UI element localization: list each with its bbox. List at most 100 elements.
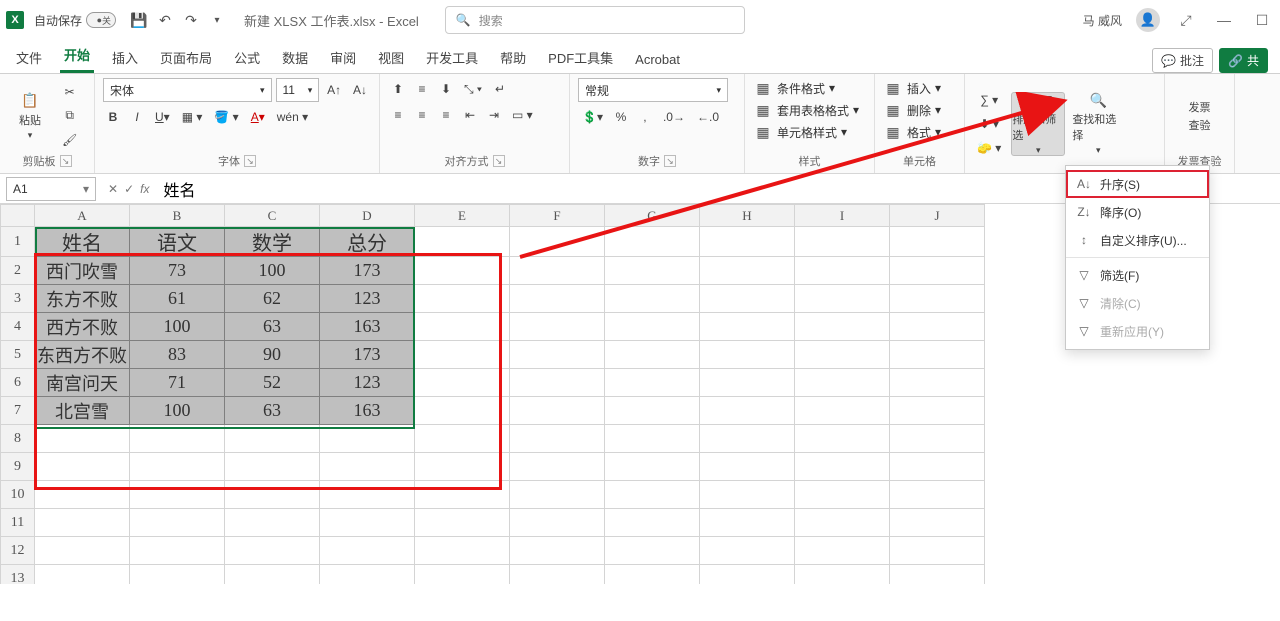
col-header-D[interactable]: D [320, 205, 415, 227]
delete-cells-button[interactable]: ▦删除 ▾ [883, 100, 941, 120]
format-painter-icon[interactable]: 🖌 [58, 129, 81, 151]
tab-home[interactable]: 开始 [60, 39, 94, 73]
undo-icon[interactable]: ↶ [156, 11, 174, 29]
underline-button[interactable]: U ▾ [151, 106, 174, 128]
phonetic-button[interactable]: wén ▾ [273, 106, 312, 128]
italic-button[interactable]: I [127, 106, 147, 128]
col-header-A[interactable]: A [35, 205, 130, 227]
user-avatar-icon[interactable]: 👤 [1136, 8, 1160, 32]
col-header-I[interactable]: I [795, 205, 890, 227]
cell-B6[interactable]: 71 [130, 369, 225, 397]
fill-icon[interactable]: ⬇ ▾ [973, 113, 1005, 135]
cell-C1[interactable]: 数学 [225, 227, 320, 257]
tab-data[interactable]: 数据 [278, 42, 312, 73]
row-header-13[interactable]: 13 [1, 565, 35, 585]
cell-D5[interactable]: 173 [320, 341, 415, 369]
row-header-9[interactable]: 9 [1, 453, 35, 481]
cell-B4[interactable]: 100 [130, 313, 225, 341]
row-header-4[interactable]: 4 [1, 313, 35, 341]
decrease-font-icon[interactable]: A↓ [349, 79, 371, 101]
tab-devtools[interactable]: 开发工具 [422, 42, 482, 73]
tab-insert[interactable]: 插入 [108, 42, 142, 73]
cell-C4[interactable]: 63 [225, 313, 320, 341]
cell-B7[interactable]: 100 [130, 397, 225, 425]
font-color-button[interactable]: A ▾ [247, 106, 269, 128]
cell-C6[interactable]: 52 [225, 369, 320, 397]
share-button[interactable]: 🔗 共 [1219, 48, 1268, 73]
cell-B1[interactable]: 语文 [130, 227, 225, 257]
cancel-formula-icon[interactable]: ✕ [108, 182, 118, 196]
find-select-button[interactable]: 🔍 查找和选择 ▾ [1071, 92, 1125, 156]
number-format-combo[interactable]: 常规▾ [578, 78, 728, 102]
tab-help[interactable]: 帮助 [496, 42, 530, 73]
cell-B5[interactable]: 83 [130, 341, 225, 369]
autosave-toggle[interactable]: 自动保存 ● 关 [34, 12, 116, 29]
increase-decimal-icon[interactable]: .0→ [659, 106, 689, 128]
tab-acrobat[interactable]: Acrobat [631, 46, 684, 73]
row-header-3[interactable]: 3 [1, 285, 35, 313]
align-center-icon[interactable]: ≡ [412, 104, 432, 126]
cell-A2[interactable]: 西门吹雪 [35, 257, 130, 285]
cell-E1[interactable] [415, 227, 510, 257]
copy-icon[interactable]: ⧉ [58, 105, 81, 127]
col-header-C[interactable]: C [225, 205, 320, 227]
align-bottom-icon[interactable]: ⬇ [436, 78, 456, 100]
col-header-J[interactable]: J [890, 205, 985, 227]
decrease-decimal-icon[interactable]: ←.0 [693, 106, 723, 128]
col-header-H[interactable]: H [700, 205, 795, 227]
wrap-text-icon[interactable]: ↵ [490, 78, 510, 100]
ribbon-mode-icon[interactable]: ⤢ [1174, 12, 1198, 29]
clipboard-launcher[interactable]: ↘ [60, 155, 72, 167]
fill-color-button[interactable]: 🪣 ▾ [210, 106, 242, 128]
cell-D4[interactable]: 163 [320, 313, 415, 341]
sort-descending-item[interactable]: Z↓降序(O) [1066, 198, 1209, 226]
cell-B3[interactable]: 61 [130, 285, 225, 313]
cut-icon[interactable]: ✂ [58, 81, 81, 103]
cell-A5[interactable]: 东西方不败 [35, 341, 130, 369]
invoice-check-button[interactable]: 发票 查验 [1173, 84, 1226, 148]
cell-A6[interactable]: 南宫问天 [35, 369, 130, 397]
search-box[interactable]: 🔍 搜索 [445, 6, 745, 34]
tab-pdf[interactable]: PDF工具集 [544, 42, 617, 73]
accept-formula-icon[interactable]: ✓ [124, 182, 134, 196]
cell-A3[interactable]: 东方不败 [35, 285, 130, 313]
comments-button[interactable]: 💬 批注 [1152, 48, 1213, 73]
orientation-icon[interactable]: ⤡ ▾ [460, 78, 486, 100]
align-top-icon[interactable]: ⬆ [388, 78, 408, 100]
sort-ascending-item[interactable]: A↓升序(S) [1066, 170, 1209, 198]
increase-font-icon[interactable]: A↑ [323, 79, 345, 101]
cell-A7[interactable]: 北宫雪 [35, 397, 130, 425]
sort-filter-button[interactable]: A↓▽ 排序和筛选 ▾ [1011, 92, 1065, 156]
bold-button[interactable]: B [103, 106, 123, 128]
cell-B2[interactable]: 73 [130, 257, 225, 285]
cell-D2[interactable]: 173 [320, 257, 415, 285]
border-button[interactable]: ▦ ▾ [178, 106, 207, 128]
cell-C5[interactable]: 90 [225, 341, 320, 369]
qat-dropdown-icon[interactable]: ▾ [208, 11, 226, 29]
font-name-combo[interactable]: 宋体▾ [103, 78, 272, 102]
maximize-icon[interactable]: ☐ [1250, 12, 1274, 29]
align-right-icon[interactable]: ≡ [436, 104, 456, 126]
row-header-12[interactable]: 12 [1, 537, 35, 565]
col-header-B[interactable]: B [130, 205, 225, 227]
comma-icon[interactable]: , [635, 106, 655, 128]
row-header-10[interactable]: 10 [1, 481, 35, 509]
tab-view[interactable]: 视图 [374, 42, 408, 73]
number-launcher[interactable]: ↘ [664, 155, 676, 167]
format-as-table-button[interactable]: ▦套用表格格式 ▾ [753, 100, 859, 120]
paste-button[interactable]: 📋 粘贴 ▾ [8, 84, 52, 148]
tab-layout[interactable]: 页面布局 [156, 42, 216, 73]
cell-D3[interactable]: 123 [320, 285, 415, 313]
row-header-5[interactable]: 5 [1, 341, 35, 369]
align-launcher[interactable]: ↘ [493, 155, 505, 167]
autosum-icon[interactable]: ∑ ▾ [973, 89, 1005, 111]
align-left-icon[interactable]: ≡ [388, 104, 408, 126]
clear-icon[interactable]: 🧽 ▾ [973, 137, 1005, 159]
increase-indent-icon[interactable]: ⇥ [484, 104, 504, 126]
cell-C7[interactable]: 63 [225, 397, 320, 425]
row-header-11[interactable]: 11 [1, 509, 35, 537]
tab-review[interactable]: 审阅 [326, 42, 360, 73]
cell-styles-button[interactable]: ▦单元格样式 ▾ [753, 122, 847, 142]
minimize-icon[interactable]: — [1212, 12, 1236, 28]
currency-icon[interactable]: 💲▾ [578, 106, 607, 128]
